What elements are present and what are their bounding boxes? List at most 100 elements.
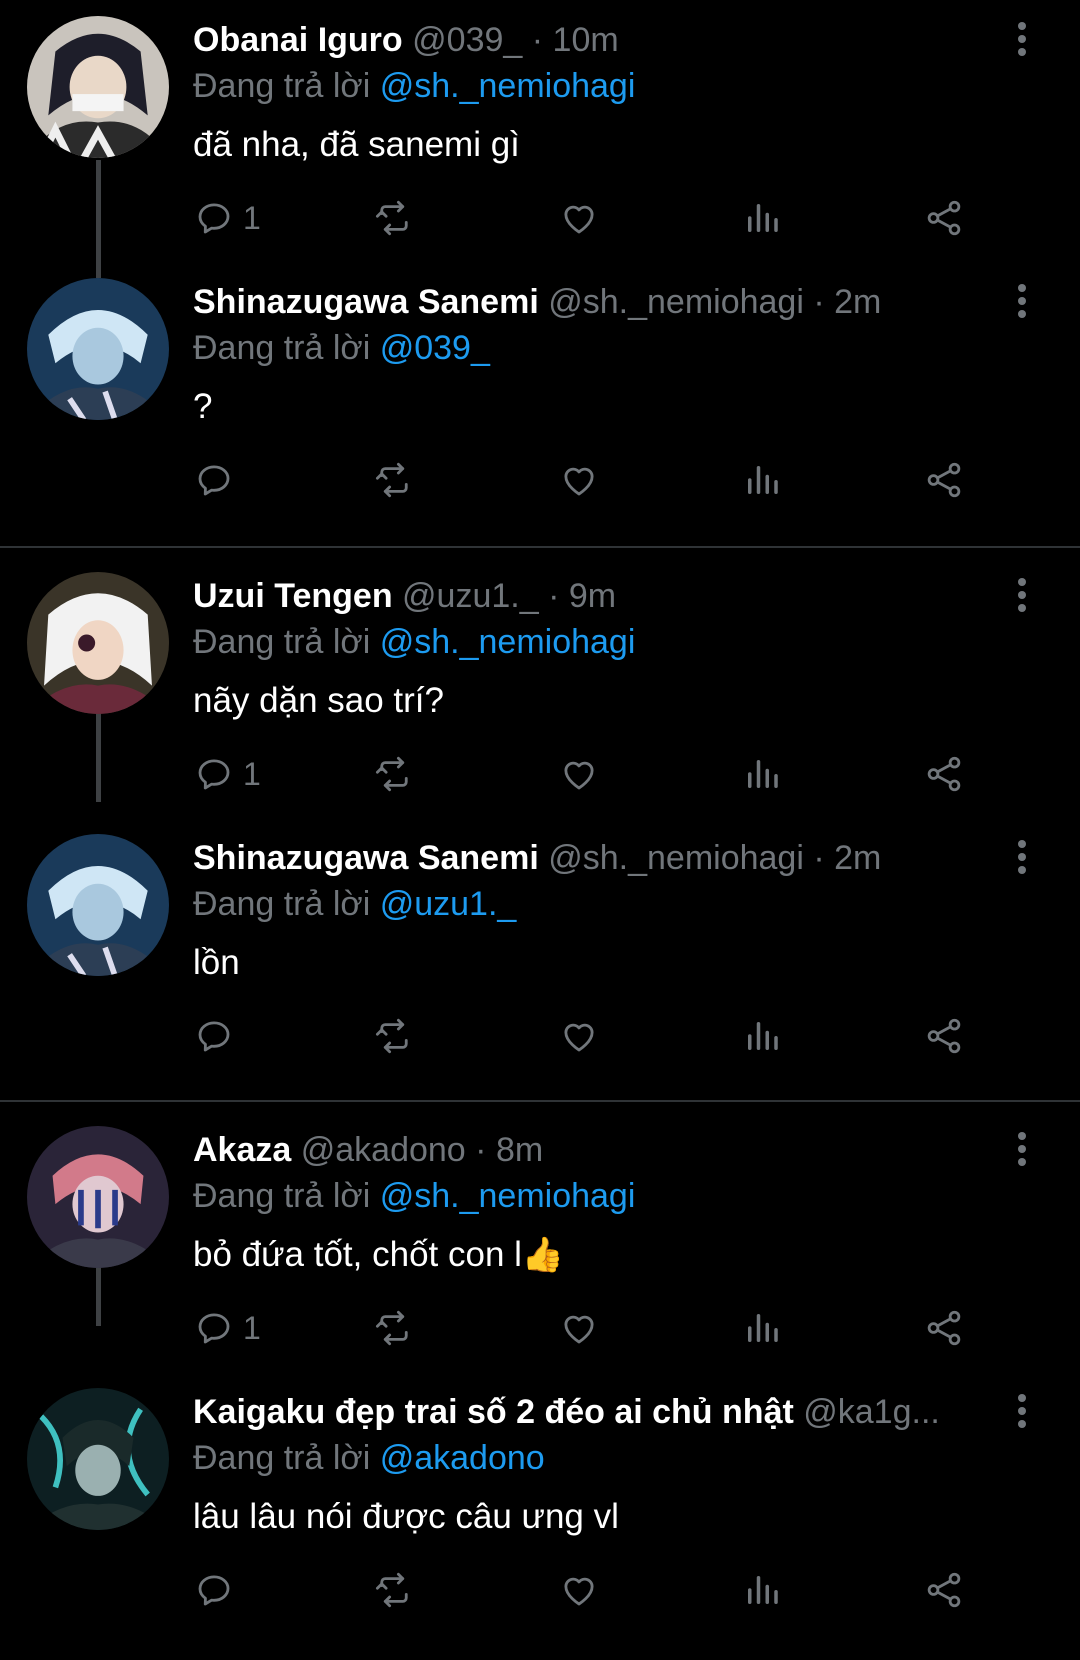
action-bar [193,458,1033,502]
views-button[interactable] [741,1306,783,1350]
user-handle[interactable]: @ka1g... [803,1393,940,1431]
views-button[interactable] [741,1568,783,1612]
tweet-text-content: bỏ đứa tốt, chốt con l [193,1235,522,1274]
display-name[interactable]: Akaza [193,1131,291,1169]
avatar[interactable] [27,834,169,976]
separator-dot: · [813,283,825,321]
action-bar [193,1568,1033,1612]
avatar[interactable] [27,278,169,420]
tweet-text: lâu lâu nói được câu ưng vl [193,1497,619,1536]
retweet-button[interactable] [373,752,415,796]
timestamp[interactable]: 9m [569,577,616,615]
share-button[interactable] [923,752,965,796]
like-button[interactable] [558,1306,600,1350]
tweet-item[interactable]: Shinazugawa Sanemi @sh._nemiohagi · 2m Đ… [0,262,1080,524]
tweet-item[interactable]: Akaza @akadono · 8m Đang trả lời @sh._ne… [0,1110,1080,1372]
avatar[interactable] [27,16,169,158]
tweet-item[interactable]: Kaigaku đẹp trai số 2 đéo ai chủ nhật @k… [0,1372,1080,1660]
retweet-button[interactable] [373,1014,415,1058]
replying-to: Đang trả lời @sh._nemiohagi [193,64,635,108]
replying-to-label: Đang trả lời [193,67,371,105]
tweet-text: đã nha, đã sanemi gì [193,125,520,164]
share-icon [923,753,965,795]
share-button[interactable] [923,458,965,502]
user-handle[interactable]: @akadono [301,1131,466,1169]
views-icon [741,1569,783,1611]
like-icon [558,1307,600,1349]
share-icon [923,1015,965,1057]
views-button[interactable] [741,752,783,796]
like-icon [558,1569,600,1611]
like-icon [558,1015,600,1057]
views-button[interactable] [741,196,783,240]
user-handle[interactable]: @sh._nemiohagi [548,283,804,321]
share-button[interactable] [923,1306,965,1350]
timestamp[interactable]: 10m [553,21,619,59]
display-name[interactable]: Uzui Tengen [193,577,393,615]
reply-button[interactable]: 1 [193,752,261,796]
more-options-icon[interactable] [1010,836,1034,880]
mention-link[interactable]: @akadono [380,1439,545,1477]
mention-link[interactable]: @039_ [380,329,490,367]
retweet-button[interactable] [373,1306,415,1350]
like-button[interactable] [558,1014,600,1058]
display-name[interactable]: Kaigaku đẹp trai số 2 đéo ai chủ nhật [193,1393,794,1431]
share-icon [923,1569,965,1611]
retweet-button[interactable] [373,196,415,240]
like-button[interactable] [558,1568,600,1612]
more-options-icon[interactable] [1010,1128,1034,1172]
retweet-icon [373,753,415,795]
reply-button[interactable] [193,1014,243,1058]
mention-link[interactable]: @sh._nemiohagi [380,67,636,105]
reply-icon [193,1015,235,1057]
mention-link[interactable]: @sh._nemiohagi [380,623,636,661]
more-options-icon[interactable] [1010,574,1034,618]
like-button[interactable] [558,752,600,796]
views-button[interactable] [741,1014,783,1058]
timestamp[interactable]: 2m [834,283,881,321]
reply-button[interactable]: 1 [193,196,261,240]
tweet-header: Uzui Tengen @uzu1._ · 9m [193,574,983,618]
more-options-icon[interactable] [1010,280,1034,324]
views-icon [741,1015,783,1057]
tweet-header: Shinazugawa Sanemi @sh._nemiohagi · 2m [193,836,983,880]
timestamp[interactable]: 8m [496,1131,543,1169]
share-button[interactable] [923,1014,965,1058]
views-button[interactable] [741,458,783,502]
views-icon [741,1307,783,1349]
action-bar: 1 [193,196,1033,240]
user-handle[interactable]: @039_ [412,21,522,59]
user-handle[interactable]: @uzu1._ [402,577,539,615]
tweet-text: lồn [193,943,240,982]
avatar[interactable] [27,1388,169,1530]
more-options-icon[interactable] [1010,1390,1034,1434]
retweet-button[interactable] [373,1568,415,1612]
avatar[interactable] [27,572,169,714]
like-button[interactable] [558,458,600,502]
mention-link[interactable]: @uzu1._ [380,885,517,923]
tweet-item[interactable]: Shinazugawa Sanemi @sh._nemiohagi · 2m Đ… [0,818,1080,1080]
more-options-icon[interactable] [1010,18,1034,62]
like-button[interactable] [558,196,600,240]
mention-link[interactable]: @sh._nemiohagi [380,1177,636,1215]
action-bar [193,1014,1033,1058]
display-name[interactable]: Obanai Iguro [193,21,403,59]
avatar[interactable] [27,1126,169,1268]
tweet-text: nãy dặn sao trí? [193,681,444,720]
share-button[interactable] [923,196,965,240]
user-handle[interactable]: @sh._nemiohagi [548,839,804,877]
timestamp[interactable]: 2m [834,839,881,877]
like-icon [558,197,600,239]
reply-button[interactable]: 1 [193,1306,261,1350]
display-name[interactable]: Shinazugawa Sanemi [193,283,539,321]
retweet-button[interactable] [373,458,415,502]
reply-button[interactable] [193,458,243,502]
tweet-item[interactable]: Obanai Iguro @039_ · 10m Đang trả lời @s… [0,0,1080,262]
action-bar: 1 [193,1306,1033,1350]
display-name[interactable]: Shinazugawa Sanemi [193,839,539,877]
tweet-item[interactable]: Uzui Tengen @uzu1._ · 9m Đang trả lời @s… [0,556,1080,818]
share-button[interactable] [923,1568,965,1612]
replying-to-label: Đang trả lời [193,1177,371,1215]
retweet-icon [373,1569,415,1611]
reply-button[interactable] [193,1568,243,1612]
